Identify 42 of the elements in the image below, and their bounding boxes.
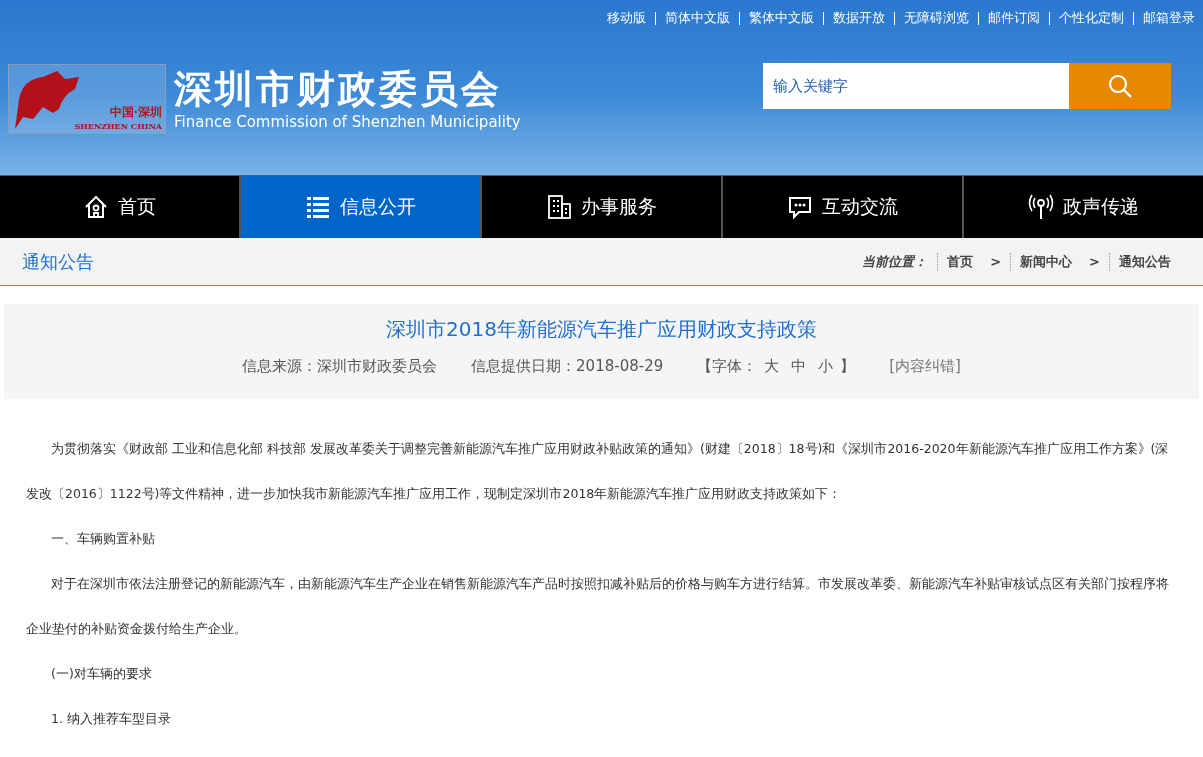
- nav-tab[interactable]: 信息公开: [239, 176, 480, 238]
- header-link[interactable]: 邮件订阅: [988, 9, 1040, 27]
- search-icon: [1107, 73, 1133, 99]
- header-link[interactable]: 移动版: [607, 9, 646, 27]
- chat-icon: [787, 194, 813, 220]
- header-link[interactable]: 个性化定制: [1059, 9, 1124, 27]
- header-link[interactable]: 邮箱登录: [1143, 9, 1195, 27]
- list-icon: [305, 194, 331, 220]
- font-size-link[interactable]: 小: [818, 357, 834, 376]
- report-error-link[interactable]: [内容纠错]: [889, 357, 961, 376]
- breadcrumb-link[interactable]: 通知公告: [1109, 252, 1171, 271]
- paragraph: 一、车辆购置补贴: [50, 530, 156, 548]
- site-title: 深圳市财政委员会: [174, 66, 503, 112]
- breadcrumb-link[interactable]: 新闻中心: [1010, 252, 1073, 271]
- emblem-text: 中国·深圳: [109, 104, 162, 121]
- header-link[interactable]: 简体中文版: [665, 9, 730, 27]
- search-button[interactable]: [1069, 63, 1171, 109]
- paragraph: 1. 纳入推荐车型目录: [50, 710, 172, 728]
- section-title: 通知公告: [22, 249, 94, 274]
- font-size-link[interactable]: 中: [791, 357, 807, 376]
- site-subtitle: Finance Commission of Shenzhen Municipality: [174, 112, 521, 132]
- home-icon: [83, 194, 109, 220]
- paragraph: 对于在深圳市依法注册登记的新能源汽车，由新能源汽车生产企业在销售新能源汽车产品时按照扣减补贴后的价格与购车方进行结算。市发展改革委、新能源汽车补贴审核试点区有关部门按程序将企业垫付的补贴资金拨付给生产企业。: [26, 575, 1169, 638]
- bracket-text: 】: [840, 357, 856, 376]
- breadcrumb-link[interactable]: 首页: [937, 252, 974, 271]
- source-text: 信息来源：深圳市财政委员会: [242, 357, 438, 376]
- header-link[interactable]: 数据开放: [833, 9, 885, 27]
- article-title: 深圳市2018年新能源汽车推广应用财政支持政策: [386, 316, 817, 343]
- building-icon: [546, 194, 572, 220]
- paragraph: (一)对车辆的要求: [50, 665, 153, 683]
- header-link[interactable]: 繁体中文版: [749, 9, 814, 27]
- font-size-link[interactable]: 大: [764, 357, 780, 376]
- signal-tower-icon: [1028, 194, 1054, 220]
- font-size-label: 【字体：: [697, 357, 758, 376]
- breadcrumb-separator: >: [990, 254, 1002, 269]
- breadcrumb-separator: >: [1089, 254, 1100, 269]
- search-field[interactable]: 输入关键字: [763, 63, 1069, 109]
- paragraph: 为贯彻落实《财政部 工业和信息化部 科技部 发展改革委关于调整完善新能源汽车推广应用财政补贴政策的通知》(财建〔2018〕18号)和《深圳市2016-2020年新能源汽车推广应用工作方案》(深发改〔2016〕1122号)等文件精神，进一步加快我市新能源汽车推广应用工作，现制定深圳市2018年新能源汽车推广应用财政支持政策如下：: [26, 440, 1169, 503]
- date-text: 信息提供日期：2018-08-29: [471, 357, 664, 376]
- emblem-caption: SHENZHEN CHINA: [74, 121, 162, 131]
- breadcrumb-label: 当前位置：: [862, 252, 928, 271]
- header-link[interactable]: 无障碍浏览: [904, 9, 969, 27]
